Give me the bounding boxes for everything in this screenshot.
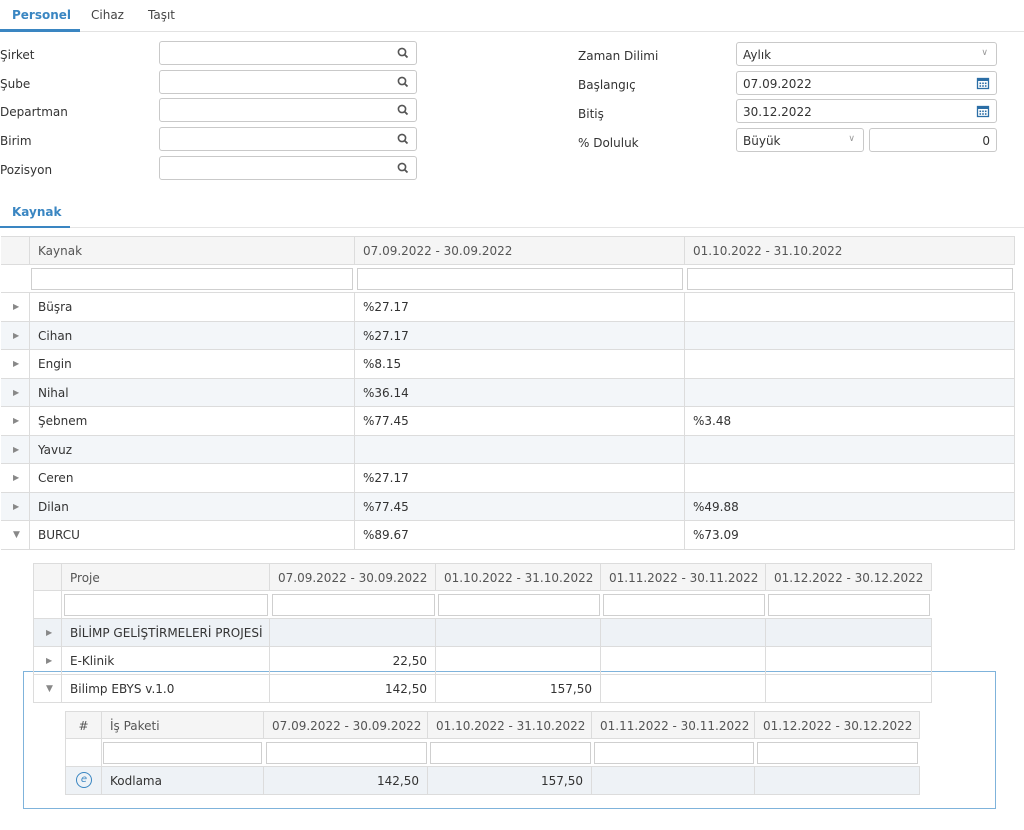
expand-icon[interactable]: ▶ — [13, 379, 19, 407]
column-header-period-1[interactable]: 07.09.2022 - 30.09.2022 — [355, 237, 685, 264]
expand-icon[interactable]: ▶ — [13, 436, 19, 464]
expand-icon[interactable]: ▶ — [13, 322, 19, 350]
is-paketi-filter-input[interactable] — [103, 742, 262, 764]
collapse-icon[interactable]: ▼ — [46, 675, 53, 702]
column-header-period-1[interactable]: 07.09.2022 - 30.09.2022 — [264, 712, 428, 738]
table-row[interactable]: ▶ E-Klinik 22,50 — [33, 647, 932, 675]
doluluk-operator-select[interactable]: Büyük ∨ — [736, 128, 864, 152]
zaman-dilimi-select[interactable]: Aylık ∨ — [736, 42, 997, 66]
table-row[interactable]: ▶ Dilan %77.45 %49.88 — [1, 492, 1015, 521]
bitis-date-field[interactable]: 30.12.2022 — [736, 99, 997, 123]
edit-icon[interactable]: e — [76, 772, 92, 788]
column-header-period-3[interactable]: 01.11.2022 - 30.11.2022 — [592, 712, 755, 738]
doluluk-value-input[interactable]: 0 — [869, 128, 997, 152]
departman-field[interactable] — [159, 98, 417, 122]
search-icon[interactable] — [396, 132, 410, 146]
column-header-period-2[interactable]: 01.10.2022 - 31.10.2022 — [436, 564, 601, 590]
tab-personel[interactable]: Personel — [12, 8, 71, 22]
table-row[interactable]: ▼ BURCU %89.67 %73.09 — [1, 521, 1015, 550]
expand-icon[interactable]: ▶ — [46, 619, 52, 646]
chevron-down-icon: ∨ — [981, 48, 988, 58]
doluluk-label: % Doluluk — [578, 136, 639, 150]
tab-kaynak[interactable]: Kaynak — [12, 205, 61, 219]
chevron-down-icon: ∨ — [848, 134, 855, 144]
baslangic-label: Başlangıç — [578, 78, 636, 92]
table-row[interactable]: ▶ BİLİMP GELİŞTİRMELERİ PROJESİ — [33, 619, 932, 647]
sube-field[interactable] — [159, 70, 417, 94]
expand-icon[interactable]: ▶ — [13, 407, 19, 435]
search-icon[interactable] — [396, 75, 410, 89]
period-4-filter-input[interactable] — [757, 742, 918, 764]
table-row[interactable]: ▶ Yavuz — [1, 435, 1015, 464]
table-row[interactable]: ▶ Büşra %27.17 — [1, 293, 1015, 322]
period-2-filter-input[interactable] — [430, 742, 591, 764]
table-row[interactable]: ▶ Cihan %27.17 — [1, 321, 1015, 350]
filter-row — [65, 739, 920, 767]
table-row[interactable]: e Kodlama 142,50 157,50 — [65, 767, 920, 795]
table-row[interactable]: ▶ Nihal %36.14 — [1, 378, 1015, 407]
sirket-field[interactable] — [159, 41, 417, 65]
zaman-dilimi-label: Zaman Dilimi — [578, 49, 659, 63]
project-grid: Proje 07.09.2022 - 30.09.2022 01.10.2022… — [33, 563, 932, 703]
departman-label: Departman — [0, 105, 68, 119]
sube-label: Şube — [0, 77, 31, 91]
tab-tasit[interactable]: Taşıt — [148, 8, 175, 22]
search-icon[interactable] — [396, 103, 410, 117]
expand-icon[interactable]: ▶ — [13, 293, 19, 321]
grid-header-row: # İş Paketi 07.09.2022 - 30.09.2022 01.1… — [65, 711, 920, 739]
pozisyon-label: Pozisyon — [0, 163, 53, 177]
top-tabs: Personel Cihaz Taşıt — [0, 0, 1024, 32]
resource-grid: Kaynak 07.09.2022 - 30.09.2022 01.10.202… — [1, 236, 1015, 550]
table-row[interactable]: ▶ Engin %8.15 — [1, 350, 1015, 379]
birim-field[interactable] — [159, 127, 417, 151]
expand-icon[interactable]: ▶ — [46, 647, 52, 674]
column-header-period-2[interactable]: 01.10.2022 - 31.10.2022 — [428, 712, 592, 738]
kaynak-filter-input[interactable] — [31, 267, 353, 290]
column-header-proje[interactable]: Proje — [62, 564, 270, 590]
period-1-filter-input[interactable] — [266, 742, 427, 764]
tab-cihaz[interactable]: Cihaz — [91, 8, 124, 22]
period-4-filter-input[interactable] — [768, 594, 930, 616]
search-icon[interactable] — [396, 46, 410, 60]
period-1-filter-input[interactable] — [272, 594, 435, 616]
table-row[interactable]: ▼ Bilimp EBYS v.1.0 142,50 157,50 — [33, 675, 932, 703]
period-2-filter-input[interactable] — [438, 594, 600, 616]
sirket-label: Şirket — [0, 48, 35, 62]
birim-label: Birim — [0, 134, 32, 148]
column-header-period-4[interactable]: 01.12.2022 - 30.12.2022 — [766, 564, 932, 590]
expand-icon[interactable]: ▶ — [13, 464, 19, 492]
section-divider — [0, 227, 1024, 228]
column-header-kaynak[interactable]: Kaynak — [30, 237, 355, 264]
active-section-indicator — [0, 226, 70, 228]
active-tab-indicator — [0, 29, 80, 32]
workpackage-grid: # İş Paketi 07.09.2022 - 30.09.2022 01.1… — [65, 711, 920, 795]
column-header-period-4[interactable]: 01.12.2022 - 30.12.2022 — [755, 712, 920, 738]
calendar-icon[interactable] — [976, 104, 990, 118]
column-header-period-3[interactable]: 01.11.2022 - 30.11.2022 — [601, 564, 766, 590]
period-3-filter-input[interactable] — [603, 594, 765, 616]
column-header-is-paketi[interactable]: İş Paketi — [102, 712, 264, 738]
calendar-icon[interactable] — [976, 76, 990, 90]
filter-row — [1, 265, 1015, 293]
baslangic-date-field[interactable]: 07.09.2022 — [736, 71, 997, 95]
column-header-period-1[interactable]: 07.09.2022 - 30.09.2022 — [270, 564, 436, 590]
proje-filter-input[interactable] — [64, 594, 268, 616]
column-header-index: # — [65, 712, 102, 738]
table-row[interactable]: ▶ Şebnem %77.45 %3.48 — [1, 407, 1015, 436]
period-1-filter-input[interactable] — [357, 267, 683, 290]
period-2-filter-input[interactable] — [687, 267, 1013, 290]
column-header-period-2[interactable]: 01.10.2022 - 31.10.2022 — [685, 237, 1015, 264]
expand-icon[interactable]: ▶ — [13, 350, 19, 378]
bitis-label: Bitiş — [578, 107, 604, 121]
grid-header-row: Proje 07.09.2022 - 30.09.2022 01.10.2022… — [33, 563, 932, 591]
grid-header-row: Kaynak 07.09.2022 - 30.09.2022 01.10.202… — [1, 236, 1015, 265]
filter-row — [33, 591, 932, 619]
collapse-icon[interactable]: ▼ — [13, 521, 20, 549]
period-3-filter-input[interactable] — [594, 742, 754, 764]
expand-icon[interactable]: ▶ — [13, 493, 19, 521]
pozisyon-field[interactable] — [159, 156, 417, 180]
table-row[interactable]: ▶ Ceren %27.17 — [1, 464, 1015, 493]
search-icon[interactable] — [396, 161, 410, 175]
